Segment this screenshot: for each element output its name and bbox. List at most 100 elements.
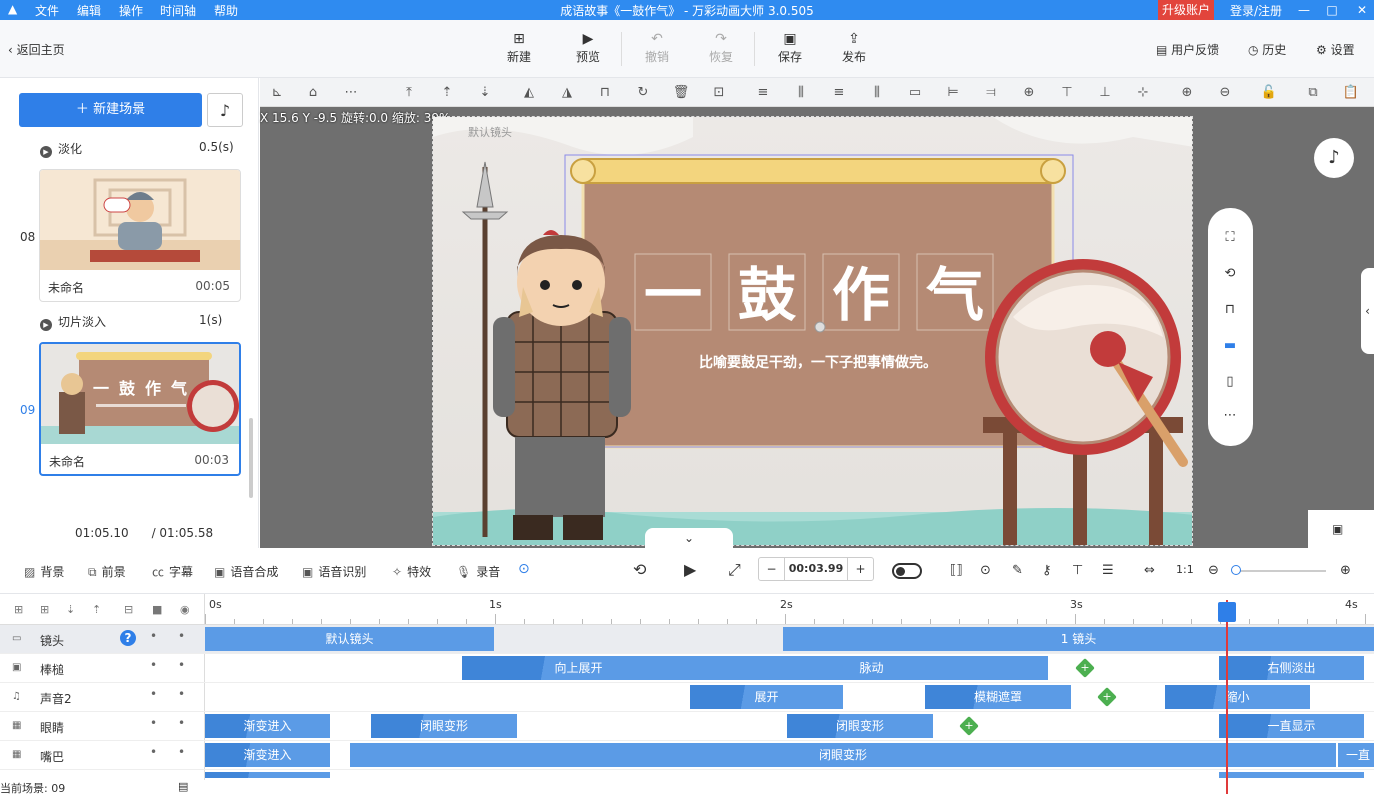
crop-icon[interactable]: ⊡ [710,84,728,102]
track-dot[interactable]: • [178,687,185,701]
zoom-out-icon[interactable]: ⊖ [1208,563,1219,578]
add-layer-icon[interactable]: ⊞ [40,603,49,616]
move-up-icon[interactable]: ⇡ [438,84,456,102]
playhead-handle[interactable] [1218,602,1236,622]
ruler-icon[interactable]: ⊾ [268,84,286,102]
split-icon[interactable]: ⟦⟧ [950,563,963,578]
help-icon[interactable]: ? [120,630,136,646]
one-to-one-icon[interactable]: 1:1 [1176,563,1194,576]
scene-card-selected[interactable]: 一鼓作气 未命名 00:03 [39,342,241,476]
more-icon[interactable]: ⋯ [1221,408,1239,426]
undo-button[interactable]: ↶ 撤销 [632,30,682,65]
paste-icon[interactable]: 📋 [1342,84,1360,102]
record-button[interactable]: 🎙 录音 [456,563,500,580]
distribute-v-icon[interactable]: ▭ [906,84,924,102]
add-folder-icon[interactable]: ⊞ [14,603,23,616]
align-right-icon[interactable]: ⫤ [982,84,1000,102]
new-scene-button[interactable]: ＋ 新建场景 [19,93,202,127]
time-increase-button[interactable]: + [847,558,873,580]
camera-icon[interactable]: ⊙ [980,563,991,578]
scene-card[interactable]: 未命名 00:05 [39,169,241,302]
subtitle-button[interactable]: ㏄字幕 [152,563,193,580]
clip-fade-out-right[interactable]: 右侧淡出 [1219,656,1364,680]
play-transition-icon[interactable]: ▶ [40,146,52,158]
back-home-link[interactable]: ‹ 返回主页 [8,41,65,58]
clip-default-camera[interactable]: 默认镜头 [205,627,494,651]
add-keyframe-icon[interactable] [959,716,979,736]
track-dot[interactable]: • [178,716,185,730]
settings-button[interactable]: ⚙ 设置 [1316,41,1355,58]
align-top2-icon[interactable]: ⊤ [1058,84,1076,102]
bring-top-icon[interactable]: ⤒ [400,84,418,102]
notes-icon[interactable]: ▤ [178,780,188,793]
play-transition-icon[interactable]: ▶ [40,319,52,331]
foreground-button[interactable]: ⧉ 前景 [88,563,126,580]
bottom-panel-toggle[interactable]: ⌄ [645,528,733,548]
current-time-field[interactable]: 00:03.99 [785,558,847,580]
unlock-icon[interactable]: ⊓ [1221,302,1239,320]
menu-edit[interactable]: 编辑 [77,2,101,19]
distribute-h-icon[interactable]: ⫼ [868,84,886,102]
delete-icon[interactable]: 🗑 [672,84,690,102]
timeline-zoom-slider[interactable] [1232,570,1326,572]
login-register-link[interactable]: 登录/注册 [1230,2,1282,19]
right-panel-toggle[interactable]: ‹ [1361,268,1374,354]
track-dot[interactable]: • [150,716,157,730]
home-icon[interactable]: ⌂ [304,84,322,102]
track-dot[interactable]: • [178,745,185,759]
transition-item[interactable]: ▶ 淡化 0.5(s) [40,140,240,158]
timeline-zoom-handle[interactable] [1231,565,1241,575]
time-decrease-button[interactable]: − [759,558,785,580]
clip-expand[interactable]: 展开 [690,685,843,709]
transition-item[interactable]: ▶ 切片淡入 1(s) [40,313,240,331]
fit-width-icon[interactable]: ⇔ [1144,563,1155,578]
track-dot[interactable]: • [150,745,157,759]
menu-help[interactable]: 帮助 [214,2,238,19]
stage-canvas[interactable]: 一 鼓 作 气 比喻要鼓足干劲，一下子把事情做完。 [432,116,1193,546]
time-ruler[interactable]: 0s 1s 2s 3s 4s [205,594,1374,625]
track-camera[interactable]: ▭ 镜头 ? • • [0,625,205,654]
loop-toggle[interactable] [892,563,922,579]
track-dot[interactable]: • [150,629,157,643]
background-button[interactable]: ▨ 背景 [24,563,64,580]
more-icon[interactable]: ⋯ [342,84,360,102]
clip-always[interactable]: 一直 [1338,743,1374,767]
clip-blur-mask[interactable]: 模糊遮罩 [925,685,1071,709]
align-bottom2-icon[interactable]: ⊥ [1096,84,1114,102]
flip-h-icon[interactable]: ◭ [520,84,538,102]
mobile-view-icon[interactable]: ▯ [1221,374,1239,392]
clip-eye-close[interactable]: 闭眼变形 [350,743,1336,767]
align-vcenter-icon[interactable]: ⫼ [792,84,810,102]
flip-v-icon[interactable]: ◮ [558,84,576,102]
feedback-button[interactable]: ▤ 用户反馈 [1156,41,1219,58]
scene-scrollbar[interactable] [249,418,253,498]
key-icon[interactable]: ⚷ [1042,563,1052,578]
align-middle-icon[interactable]: ⊹ [1134,84,1152,102]
align-left-icon[interactable]: ⊨ [944,84,962,102]
clip-unfold-up[interactable]: 向上展开 [462,656,695,680]
move-down-icon[interactable]: ⇣ [66,603,75,616]
clip-shrink[interactable]: 缩小 [1165,685,1310,709]
lock-icon[interactable]: ⊓ [596,84,614,102]
clip-always-show[interactable]: 一直显示 [1219,714,1364,738]
unlock-icon[interactable]: 🔓 [1260,84,1278,102]
close-button[interactable]: ✕ [1350,0,1374,20]
more-circle-icon[interactable]: ⊙ [518,561,530,577]
maximize-button[interactable]: □ [1320,0,1344,20]
move-up-icon[interactable]: ⇡ [92,603,101,616]
preview-button[interactable]: ▶ 预览 [563,30,613,65]
tts-button[interactable]: ▣ 语音合成 [214,563,278,580]
add-keyframe-icon[interactable] [1075,658,1095,678]
filter-icon[interactable]: ⊤ [1072,563,1083,578]
redo-button[interactable]: ↷ 恢复 [696,30,746,65]
app-logo-icon[interactable]: ▲ [8,2,17,16]
track-eyes[interactable]: ▦ 眼睛 • • [0,712,205,741]
track-dot[interactable]: • [178,629,185,643]
background-music-button[interactable]: ♪ [207,93,243,127]
playhead[interactable] [1226,600,1228,794]
lock-icon[interactable]: ■ [152,603,162,616]
mini-preview[interactable]: ▣ [1308,510,1374,548]
edit-icon[interactable]: ✎ [1012,563,1023,578]
rotate-icon[interactable]: ↻ [634,84,652,102]
speech-recognition-button[interactable]: ▣ 语音识别 [302,563,366,580]
